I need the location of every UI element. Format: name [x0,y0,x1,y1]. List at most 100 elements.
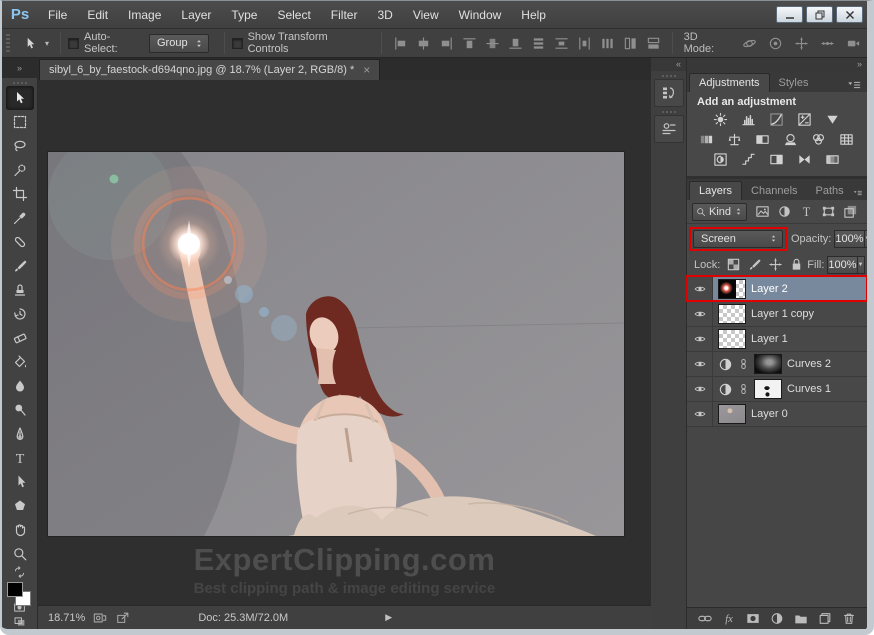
show-transform-checkbox[interactable] [232,38,243,49]
lock-all-icon[interactable] [789,257,804,272]
link-layers-icon[interactable] [698,611,712,626]
menu-layer[interactable]: Layer [171,8,221,22]
fill-dropdown-arrow[interactable]: ▼ [858,256,865,274]
opacity-dropdown-arrow[interactable]: ▼ [865,230,872,248]
tab-paths[interactable]: Paths [807,182,853,200]
options-bar-grip[interactable] [6,34,10,52]
distribute-bottom-icon[interactable] [576,35,593,52]
layer-thumbnail[interactable] [718,329,746,349]
crop-tool-button[interactable] [6,182,34,206]
pen-tool-button[interactable] [6,422,34,446]
tab-adjustments[interactable]: Adjustments [689,73,770,92]
tab-channels[interactable]: Channels [742,182,806,200]
roll-3d-icon[interactable] [766,33,786,53]
menu-window[interactable]: Window [449,8,512,22]
close-tab-icon[interactable]: × [363,64,370,76]
exposure-icon[interactable] [796,112,814,128]
add-mask-icon[interactable] [746,611,760,626]
adjustment-layer-filter-icon[interactable] [777,204,792,219]
properties-panel-button[interactable] [654,115,684,143]
layer-visibility-toggle[interactable] [687,327,713,351]
threshold-icon[interactable] [768,152,786,168]
panel-menu-icon[interactable] [846,78,862,92]
distribute-middle-icon[interactable] [553,35,570,52]
delete-layer-icon[interactable] [842,611,856,626]
panels-collapse-button[interactable]: » [687,58,867,71]
layer-thumbnail[interactable] [718,304,746,324]
new-group-icon[interactable] [794,611,808,626]
hand-tool-button[interactable] [6,518,34,542]
menu-3d[interactable]: 3D [367,8,402,22]
menu-type[interactable]: Type [221,8,267,22]
layer-visibility-toggle[interactable] [687,302,713,326]
dodge-tool-button[interactable] [6,398,34,422]
align-middle-icon[interactable] [484,35,501,52]
layer-style-icon[interactable]: fx [722,611,736,626]
layer-thumbnail[interactable] [754,379,782,399]
status-options-arrow[interactable]: ▶ [385,612,392,623]
zoom-tool-button[interactable] [6,542,34,566]
distribute-left-icon[interactable] [599,35,616,52]
lock-paint-icon[interactable] [747,257,762,272]
minimize-button[interactable] [776,6,803,23]
layer-row-layer-2[interactable]: Layer 2 [687,277,867,302]
camera-3d-icon[interactable] [844,33,864,53]
layer-row-layer-0[interactable]: Layer 0 [687,402,867,427]
pan-3d-icon[interactable] [792,33,812,53]
distribute-right-icon[interactable] [645,35,662,52]
panel-grip[interactable] [662,111,676,113]
layer-visibility-toggle[interactable] [687,377,713,401]
distribute-center-icon[interactable] [622,35,639,52]
menu-help[interactable]: Help [511,8,556,22]
brightness-contrast-icon[interactable] [712,112,730,128]
menu-view[interactable]: View [403,8,449,22]
layer-row-curves-1[interactable]: Curves 1 [687,377,867,402]
layer-thumbnail[interactable] [754,354,782,374]
path-selection-tool-button[interactable] [6,470,34,494]
lock-transparent-icon[interactable] [726,257,741,272]
move-tool-button[interactable] [6,86,34,110]
new-adjustment-icon[interactable] [770,611,784,626]
type-tool-button[interactable]: T [6,446,34,470]
panel-menu-icon[interactable] [853,186,862,200]
color-lookup-icon[interactable] [838,132,856,148]
restore-button[interactable] [806,6,833,23]
zoom-level-value[interactable]: 18.71% [48,612,85,624]
shape-tool-button[interactable] [6,494,34,518]
layer-row-layer-1[interactable]: Layer 1 [687,327,867,352]
align-bottom-icon[interactable] [507,35,524,52]
paint-bucket-tool-button[interactable] [6,350,34,374]
photo-filter-icon[interactable] [782,132,800,148]
auto-select-checkbox[interactable] [68,38,79,49]
history-brush-tool-button[interactable] [6,302,34,326]
close-button[interactable] [836,6,863,23]
tools-grip[interactable] [13,82,27,84]
smart-object-filter-icon[interactable] [843,204,858,219]
auto-select-target-dropdown[interactable]: Group [149,34,209,53]
layer-visibility-toggle[interactable] [687,352,713,376]
align-center-horizontal-icon[interactable] [415,35,432,52]
blend-mode-dropdown[interactable]: Screen [693,230,783,248]
color-balance-icon[interactable] [726,132,744,148]
sync-status-icon[interactable] [92,611,108,625]
invert-icon[interactable] [712,152,730,168]
layer-thumbnail[interactable] [718,404,746,424]
layer-thumbnail[interactable] [718,279,746,299]
tools-collapse-button[interactable]: » [2,58,37,78]
black-white-icon[interactable] [754,132,772,148]
menu-image[interactable]: Image [118,8,171,22]
align-top-icon[interactable] [461,35,478,52]
posterize-icon[interactable] [740,152,758,168]
screen-mode-button[interactable] [6,615,34,629]
eyedropper-tool-button[interactable] [6,206,34,230]
lasso-tool-button[interactable] [6,134,34,158]
canvas-workspace[interactable]: ExpertClipping.com Best clipping path & … [38,80,651,605]
brush-tool-button[interactable] [6,254,34,278]
healing-brush-tool-button[interactable] [6,230,34,254]
filter-kind-dropdown[interactable]: Kind [692,203,747,221]
menu-select[interactable]: Select [267,8,320,22]
new-layer-icon[interactable] [818,611,832,626]
type-layer-filter-icon[interactable]: T [799,204,814,219]
menu-edit[interactable]: Edit [77,8,118,22]
opacity-value[interactable]: 100% [834,230,864,248]
